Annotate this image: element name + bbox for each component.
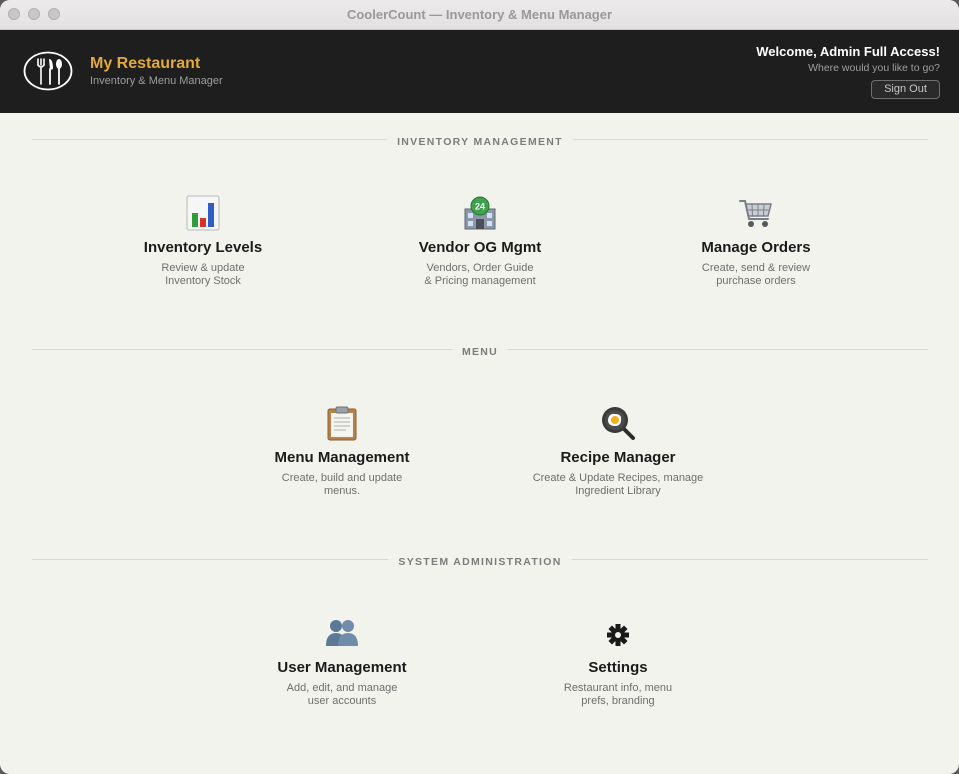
card-recipe-manager[interactable]: Recipe Manager Create & Update Recipes, … bbox=[508, 405, 728, 498]
card-settings[interactable]: Settings Restaurant info, menu prefs, br… bbox=[508, 615, 728, 708]
card-description: Vendors, Order Guide & Pricing managemen… bbox=[370, 262, 590, 288]
card-description-line: menus. bbox=[323, 485, 361, 497]
app-header: My Restaurant Inventory & Menu Manager W… bbox=[0, 30, 959, 113]
section-header-menu: MENU bbox=[32, 341, 928, 358]
title-bar: CoolerCount — Inventory & Menu Manager bbox=[0, 0, 959, 30]
clipboard-icon bbox=[327, 406, 357, 441]
bar-chart-icon bbox=[186, 195, 220, 231]
card-manage-orders[interactable]: Manage Orders Create, send & review purc… bbox=[646, 195, 866, 288]
card-description-line: Create, send & review bbox=[701, 262, 811, 274]
svg-text:24: 24 bbox=[475, 202, 485, 212]
card-description-line: prefs, branding bbox=[581, 695, 655, 707]
card-description-line: user accounts bbox=[307, 695, 377, 707]
card-description-line: Create & Update Recipes, manage bbox=[532, 472, 704, 484]
navigation-prompt: Where would you like to go? bbox=[808, 62, 940, 74]
sign-out-button[interactable]: Sign Out bbox=[871, 80, 940, 99]
card-description: Add, edit, and manage user accounts bbox=[232, 682, 452, 708]
restaurant-name: My Restaurant bbox=[90, 55, 201, 72]
welcome-message: Welcome, Admin Full Access! bbox=[756, 44, 940, 59]
card-title: Manage Orders bbox=[701, 239, 811, 256]
card-title: User Management bbox=[277, 659, 407, 676]
store-24-icon: 24 bbox=[464, 196, 496, 230]
card-description: Create & Update Recipes, manage Ingredie… bbox=[508, 472, 728, 498]
section-label: INVENTORY MANAGEMENT bbox=[387, 136, 573, 148]
cutlery-logo-icon bbox=[23, 51, 73, 91]
card-description-line: Ingredient Library bbox=[575, 485, 661, 497]
card-title: Inventory Levels bbox=[143, 239, 263, 256]
card-description: Restaurant info, menu prefs, branding bbox=[508, 682, 728, 708]
card-description-line: purchase orders bbox=[716, 275, 796, 287]
card-title: Recipe Manager bbox=[560, 449, 676, 466]
app-window: CoolerCount — Inventory & Menu Manager M… bbox=[0, 0, 959, 774]
gear-icon bbox=[607, 624, 629, 646]
card-title: Vendor OG Mgmt bbox=[418, 239, 542, 256]
card-description-line: Review & update bbox=[161, 262, 245, 274]
section-header-inventory: INVENTORY MANAGEMENT bbox=[32, 131, 928, 148]
card-description-line: Vendors, Order Guide bbox=[426, 262, 534, 274]
card-vendor-og-mgmt[interactable]: 24 Vendor OG Mgmt Vendors, Order Guide &… bbox=[370, 195, 590, 288]
frying-pan-icon bbox=[602, 407, 635, 440]
card-description-line: & Pricing management bbox=[424, 275, 536, 287]
card-description-line: Restaurant info, menu bbox=[563, 682, 673, 694]
card-description-line: Add, edit, and manage bbox=[286, 682, 398, 694]
card-description: Create, build and update menus. bbox=[232, 472, 452, 498]
card-menu-management[interactable]: Menu Management Create, build and update… bbox=[232, 405, 452, 498]
window-title: CoolerCount — Inventory & Menu Manager bbox=[346, 7, 613, 22]
card-title: Settings bbox=[588, 659, 648, 676]
card-description: Create, send & review purchase orders bbox=[646, 262, 866, 288]
card-description-line: Create, build and update bbox=[281, 472, 403, 484]
shopping-cart-icon bbox=[739, 200, 772, 227]
section-header-system-administration: SYSTEM ADMINISTRATION bbox=[32, 551, 928, 568]
app-subtitle: Inventory & Menu Manager bbox=[90, 75, 223, 87]
card-title: Menu Management bbox=[274, 449, 410, 466]
users-icon bbox=[326, 620, 358, 646]
card-inventory-levels[interactable]: Inventory Levels Review & update Invento… bbox=[93, 195, 313, 288]
card-description-line: Inventory Stock bbox=[165, 275, 241, 287]
card-user-management[interactable]: User Management Add, edit, and manage us… bbox=[232, 615, 452, 708]
card-description: Review & update Inventory Stock bbox=[93, 262, 313, 288]
section-label: MENU bbox=[451, 346, 509, 358]
section-label: SYSTEM ADMINISTRATION bbox=[388, 556, 572, 568]
